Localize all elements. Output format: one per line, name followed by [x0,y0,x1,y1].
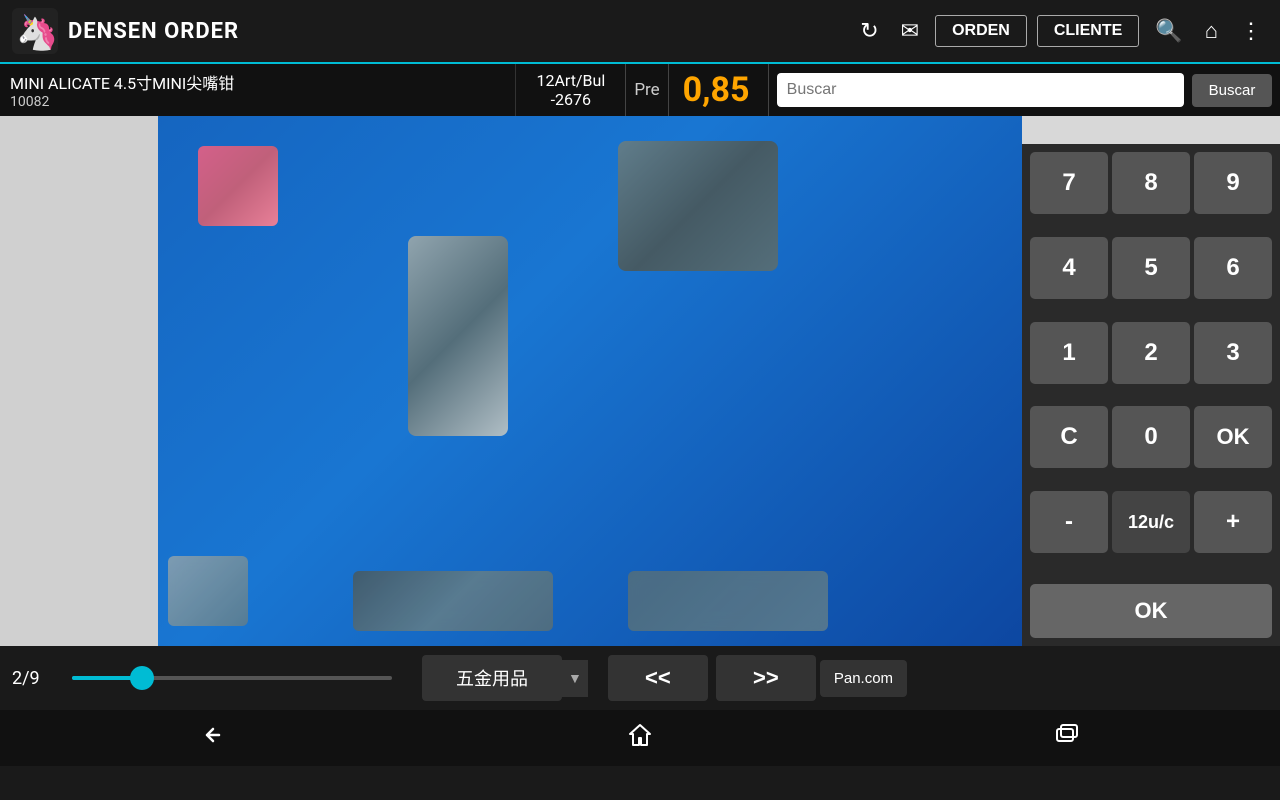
category-label: 五金用品 [422,655,562,701]
numpad-6[interactable]: 6 [1194,237,1272,299]
numpad-clear[interactable]: C [1030,406,1108,468]
product-image-bg [158,116,1022,646]
numpad-9[interactable]: 9 [1194,152,1272,214]
numpad-unit[interactable]: 12u/c [1112,491,1190,553]
svg-text:🦄: 🦄 [16,13,58,53]
product-thumbnail-phone [408,236,508,436]
slider-track[interactable] [72,676,392,680]
bulk-line1: 12Art/Bul [536,71,605,90]
product-name: MINI ALICATE 4.5寸MINI尖嘴钳 [10,70,505,94]
android-recents-button[interactable] [1023,711,1111,766]
bulk-line2: -2676 [551,90,591,109]
prev-button[interactable]: << [608,655,708,701]
home-icon[interactable]: ⌂ [1205,18,1218,44]
search-input[interactable] [777,73,1184,107]
cliente-button[interactable]: CLIENTE [1037,15,1139,47]
category-dropdown-icon[interactable]: ▼ [562,660,588,697]
right-sidebar: 7 8 9 4 5 6 1 2 3 C 0 OK - 12u/c + OK [1022,116,1280,646]
app-title: DENSEN ORDER [68,19,844,44]
product-bar: MINI ALICATE 4.5寸MINI尖嘴钳 10082 12Art/Bul… [0,62,1280,116]
more-icon[interactable]: ⋮ [1240,19,1262,44]
search-area: Buscar [769,64,1280,116]
top-bar: 🦄 DENSEN ORDER ↻ ✉ ORDEN CLIENTE 🔍 ⌂ ⋮ [0,0,1280,62]
orden-button[interactable]: ORDEN [935,15,1027,47]
buscar-button[interactable]: Buscar [1192,74,1272,107]
left-sidebar [0,116,158,646]
mail-icon[interactable]: ✉ [901,19,919,44]
page-indicator: 2/9 [12,668,62,689]
product-thumbnail-bottom-right [628,571,828,631]
product-thumbnail-blue [618,141,778,271]
numpad-7[interactable]: 7 [1030,152,1108,214]
android-back-button[interactable] [169,711,257,766]
product-thumbnail-pink [198,146,278,226]
numpad-0[interactable]: 0 [1112,406,1190,468]
product-image-area [158,116,1022,646]
price-value: 0,85 [669,64,769,116]
numpad-plus[interactable]: + [1194,491,1272,553]
numpad: 7 8 9 4 5 6 1 2 3 C 0 OK - 12u/c + [1022,144,1280,580]
main-content: 7 8 9 4 5 6 1 2 3 C 0 OK - 12u/c + OK [0,116,1280,646]
pancom-button[interactable]: Pan.com [820,660,907,697]
numpad-4[interactable]: 4 [1030,237,1108,299]
search-icon[interactable]: 🔍 [1155,19,1182,44]
numpad-8[interactable]: 8 [1112,152,1190,214]
app-logo: 🦄 [12,8,58,54]
refresh-icon[interactable]: ↻ [860,19,878,44]
slider-area[interactable] [62,676,402,680]
product-thumbnail-bottom-mid [353,571,553,631]
numpad-1[interactable]: 1 [1030,322,1108,384]
product-info: MINI ALICATE 4.5寸MINI尖嘴钳 10082 [0,64,516,116]
slider-thumb[interactable] [130,666,154,690]
right-gray-area [1022,116,1280,144]
product-bulk: 12Art/Bul -2676 [516,64,626,116]
numpad-minus[interactable]: - [1030,491,1108,553]
numpad-5[interactable]: 5 [1112,237,1190,299]
pre-label: Pre [626,64,668,116]
product-thumbnail-bottom-left [168,556,248,626]
next-button[interactable]: >> [716,655,816,701]
android-home-button[interactable] [596,711,684,766]
product-code: 10082 [10,94,505,110]
ok-bottom-button[interactable]: OK [1030,584,1272,638]
android-nav [0,710,1280,766]
bottom-bar: 2/9 五金用品 ▼ << >> Pan.com [0,646,1280,710]
numpad-3[interactable]: 3 [1194,322,1272,384]
numpad-ok[interactable]: OK [1194,406,1272,468]
numpad-2[interactable]: 2 [1112,322,1190,384]
